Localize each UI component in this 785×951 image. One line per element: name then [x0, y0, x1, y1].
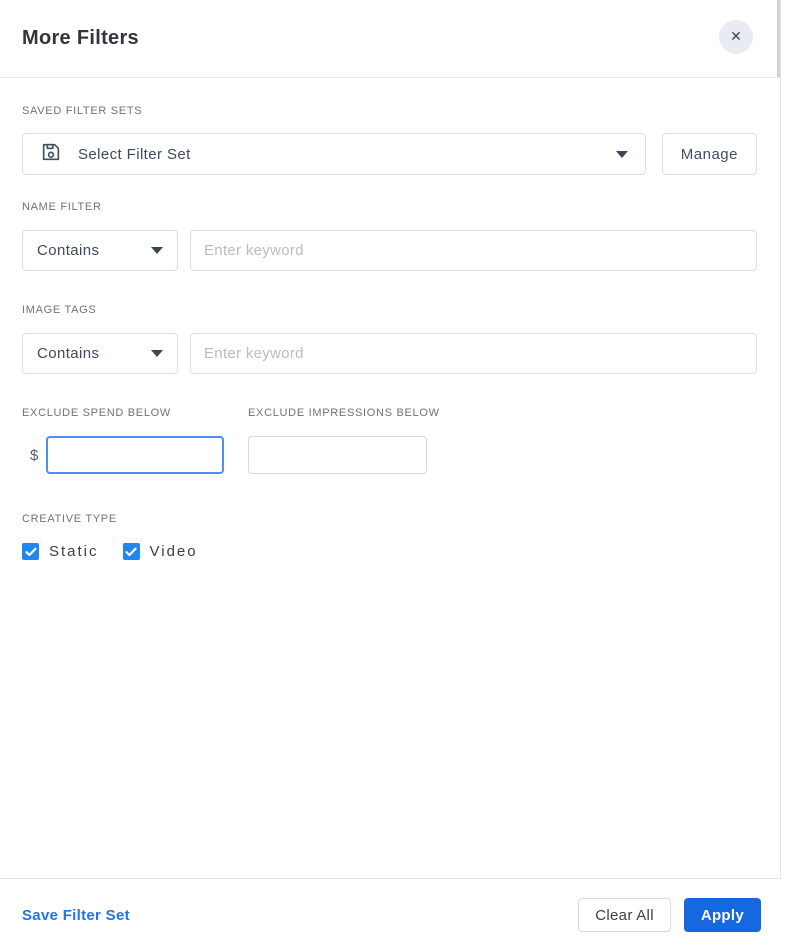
chevron-down-icon [615, 150, 628, 158]
close-icon: ✕ [730, 29, 742, 45]
panel-content: SAVED FILTER SETS Select Filter Set Mana… [0, 105, 780, 560]
panel-footer: Save Filter Set Clear All Apply [0, 878, 781, 951]
filter-set-select[interactable]: Select Filter Set [22, 133, 646, 175]
numeric-filters-row: $ [22, 436, 757, 474]
apply-button[interactable]: Apply [683, 898, 761, 932]
chevron-down-icon [151, 247, 163, 254]
saved-filter-sets-label: SAVED FILTER SETS [22, 105, 143, 117]
checkbox-static-label: Static [49, 543, 99, 560]
checkbox-checked-icon [122, 543, 140, 560]
creative-type-options: Static Video [22, 543, 757, 560]
name-filter-operator-select[interactable]: Contains [22, 230, 178, 271]
checkbox-video-label: Video [149, 543, 198, 560]
image-tags-operator-select[interactable]: Contains [22, 333, 178, 374]
exclude-impressions-input[interactable] [248, 436, 427, 474]
name-filter-label: NAME FILTER [22, 201, 102, 213]
numeric-filters-labels: EXCLUDE SPEND BELOW EXCLUDE IMPRESSIONS … [22, 407, 757, 419]
saved-filter-sets-row: Select Filter Set Manage [22, 133, 757, 175]
save-file-icon [40, 141, 62, 168]
chevron-down-icon [151, 350, 163, 357]
creative-type-label: CREATIVE TYPE [22, 513, 117, 525]
exclude-impressions-label: EXCLUDE IMPRESSIONS BELOW [248, 407, 440, 419]
checkbox-video[interactable]: Video [122, 543, 198, 560]
name-filter-keyword-input[interactable] [190, 230, 757, 271]
currency-symbol: $ [30, 446, 39, 464]
manage-button[interactable]: Manage [661, 133, 757, 175]
checkbox-checked-icon [22, 543, 39, 560]
more-filters-panel: More Filters ✕ SAVED FILTER SETS Select … [0, 0, 781, 951]
exclude-spend-input[interactable] [46, 436, 224, 474]
page-title: More Filters [22, 27, 139, 49]
checkbox-static[interactable]: Static [22, 543, 99, 560]
filter-set-select-value: Select Filter Set [78, 145, 191, 163]
save-filter-set-link[interactable]: Save Filter Set [22, 907, 130, 924]
image-tags-label: IMAGE TAGS [22, 304, 97, 316]
image-tags-keyword-input[interactable] [190, 333, 757, 374]
close-button[interactable]: ✕ [719, 20, 753, 54]
panel-header: More Filters ✕ [0, 0, 780, 78]
image-tags-operator-value: Contains [37, 345, 100, 362]
image-tags-row: Contains [22, 333, 757, 374]
name-filter-operator-value: Contains [37, 242, 100, 259]
exclude-spend-label: EXCLUDE SPEND BELOW [22, 407, 172, 419]
name-filter-row: Contains [22, 230, 757, 271]
clear-all-button[interactable]: Clear All [578, 898, 671, 932]
